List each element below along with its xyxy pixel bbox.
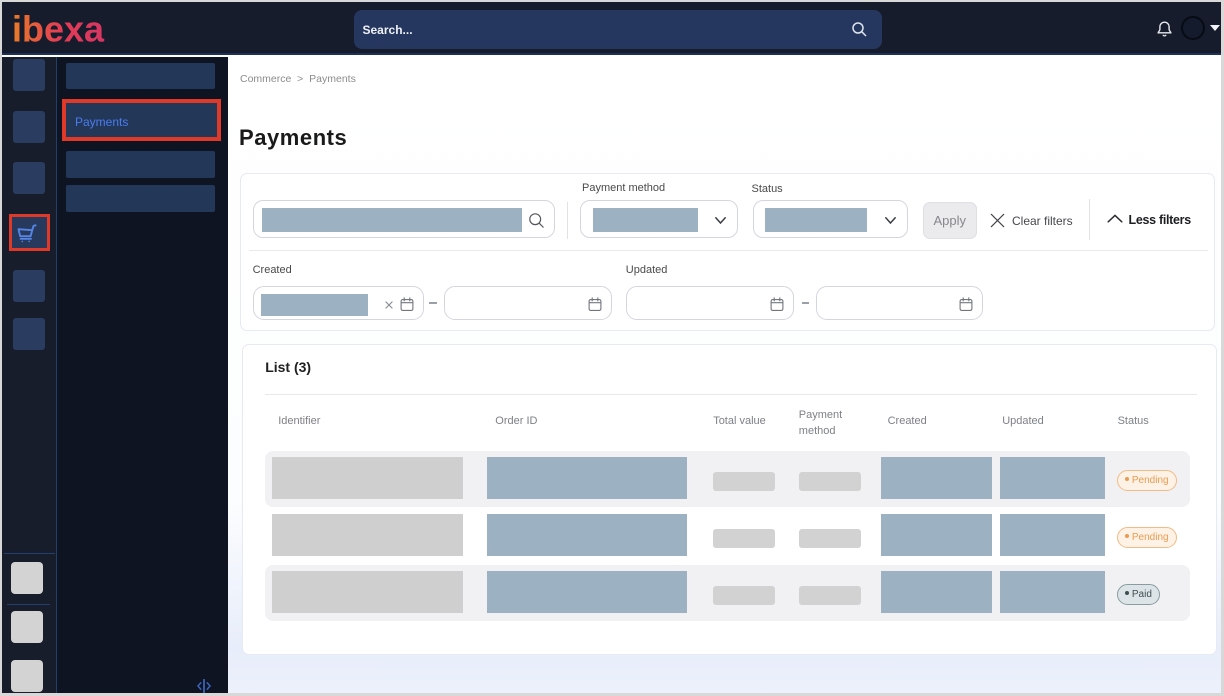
- svg-text:ibexa: ibexa: [12, 9, 105, 49]
